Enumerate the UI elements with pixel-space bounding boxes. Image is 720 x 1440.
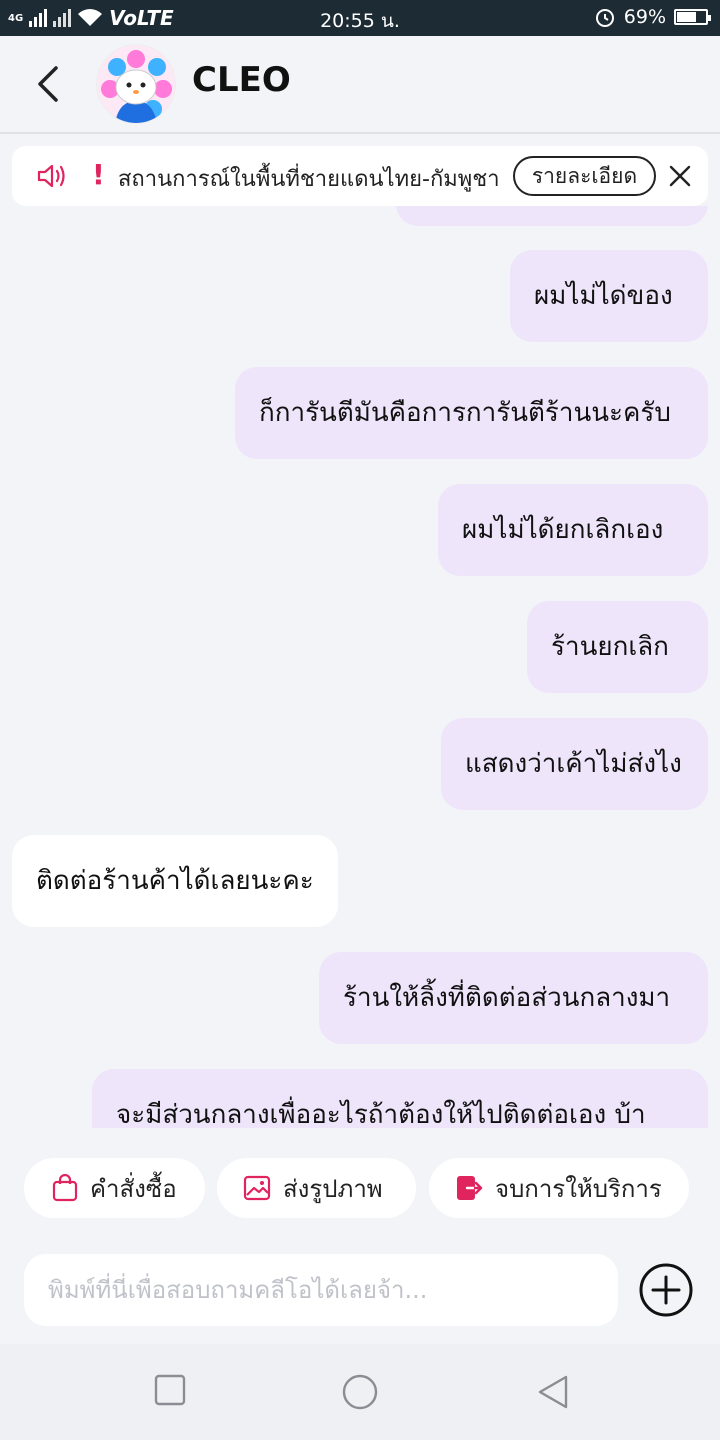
exit-icon: [455, 1174, 483, 1202]
message-bubble-incoming: ติดต่อร้านค้าได้เลยนะคะ: [12, 835, 338, 927]
end-service-label: จบการให้บริการ: [495, 1174, 662, 1203]
chat-title: CLEO: [192, 60, 291, 100]
speaker-icon: [37, 164, 65, 188]
back-arrow-icon[interactable]: [28, 62, 68, 106]
send-image-label: ส่งรูปภาพ: [283, 1174, 383, 1203]
home-icon[interactable]: [341, 1374, 379, 1412]
send-image-button[interactable]: ส่งรูปภาพ: [217, 1158, 416, 1218]
image-icon: [243, 1175, 271, 1201]
message-bubble-outgoing: ผมไม่ได่ของ: [510, 250, 708, 342]
system-nav-bar: [0, 1344, 720, 1440]
cat-mascot-icon: [101, 50, 172, 123]
plus-icon[interactable]: [638, 1262, 694, 1318]
status-bar: 4G VoLTE 20:55 น. 69%: [0, 0, 720, 36]
message-bubble-outgoing: ร้านยกเลิก: [527, 601, 708, 693]
details-button[interactable]: รายละเอียด: [513, 156, 656, 196]
message-bubble-outgoing: จะมีส่วนกลางเพื่ออะไรถ้าต้องให้ไปติดต่อเ…: [92, 1069, 708, 1128]
orders-button[interactable]: คำสั่งซื้อ: [24, 1158, 205, 1218]
recent-apps-icon[interactable]: [154, 1374, 186, 1406]
alert-icon: !: [92, 158, 105, 191]
message-bubble-outgoing: ผมไม่ได้ยกเลิกเอง: [438, 484, 708, 576]
message-composer: [24, 1254, 618, 1326]
back-triangle-icon[interactable]: [536, 1374, 570, 1410]
alarm-icon: [595, 9, 614, 27]
banner-text: สถานการณ์ในพื้นที่ชายแดนไทย-กัมพูชา: [118, 167, 500, 192]
avatar[interactable]: [96, 44, 176, 124]
shopping-bag-icon: [52, 1174, 78, 1202]
announcement-banner[interactable]: ! สถานการณ์ในพื้นที่ชายแดนไทย-กัมพูชา รา…: [12, 146, 708, 206]
message-bubble-outgoing: ร้านให้ลิ้งที่ติดต่อส่วนกลางมา: [319, 952, 708, 1044]
chat-header: CLEO: [0, 36, 720, 134]
battery-percent: 69%: [623, 6, 666, 28]
message-list[interactable]: ผมไม่ได่ของ ก็การันตีมันคือการการันตีร้า…: [0, 206, 720, 1128]
close-icon[interactable]: [668, 164, 692, 188]
battery-icon: [674, 9, 711, 25]
message-input[interactable]: [24, 1254, 608, 1326]
orders-label: คำสั่งซื้อ: [90, 1174, 177, 1203]
message-bubble-outgoing: แสดงว่าเค้าไม่ส่งไง: [441, 718, 708, 810]
message-bubble-partial: [396, 206, 708, 226]
message-bubble-outgoing: ก็การันตีมันคือการการันตีร้านนะครับ: [235, 367, 708, 459]
end-service-button[interactable]: จบการให้บริการ: [429, 1158, 689, 1218]
